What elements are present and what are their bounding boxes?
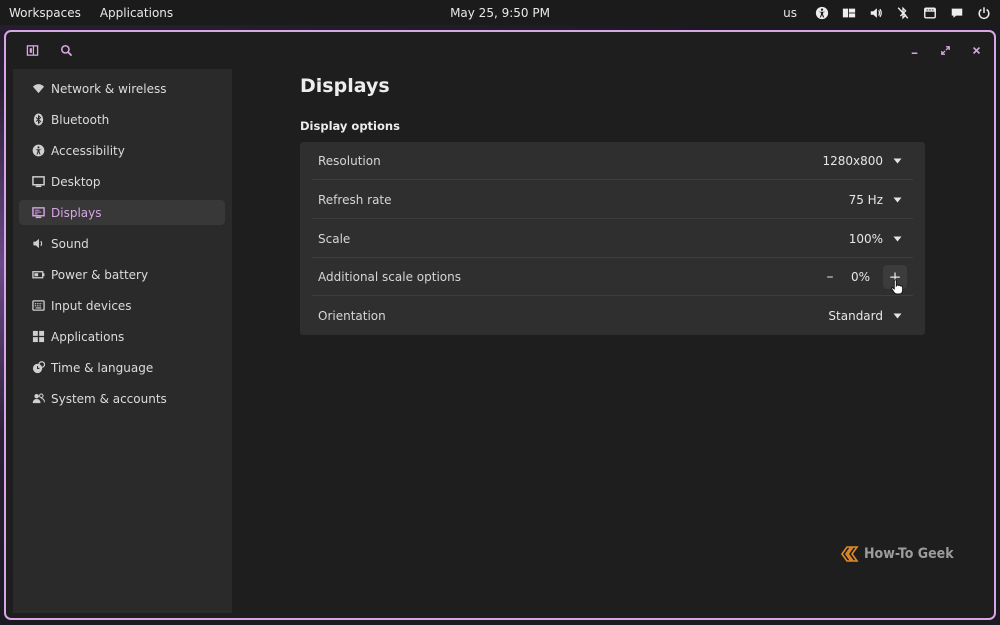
system-tray: us — [783, 0, 992, 25]
chevron-down-icon[interactable] — [892, 195, 902, 205]
settings-window: Network & wireless Bluetooth Accessibili… — [4, 30, 996, 620]
apps-grid-icon — [32, 330, 45, 343]
time-language-icon — [32, 361, 45, 374]
sidebar-item-label: Power & battery — [51, 267, 149, 282]
volume-tray-icon[interactable] — [867, 4, 884, 21]
sidebar-toggle-button[interactable] — [20, 38, 44, 62]
sidebar-item-sound[interactable]: Sound — [19, 231, 225, 256]
close-icon — [972, 46, 980, 54]
workspaces-button[interactable]: Workspaces — [9, 6, 81, 20]
sidebar-item-label: Time & language — [51, 360, 154, 375]
search-button[interactable] — [54, 38, 78, 62]
sidebar-item-label: Input devices — [51, 298, 132, 313]
speaker-icon — [32, 237, 45, 250]
sidebar-item-label: System & accounts — [51, 391, 167, 406]
main-content: Displays Display options Resolution 1280… — [232, 69, 994, 618]
search-icon — [60, 44, 72, 56]
close-button[interactable] — [964, 38, 988, 62]
accessibility-icon — [32, 144, 45, 157]
display-icon — [32, 206, 45, 219]
settings-sidebar: Network & wireless Bluetooth Accessibili… — [13, 69, 232, 613]
refresh-rate-dropdown-value[interactable]: 75 Hz — [849, 193, 883, 207]
scale-label: Scale — [318, 232, 351, 246]
keyboard-icon — [32, 299, 45, 312]
refresh-rate-label: Refresh rate — [318, 193, 392, 207]
watermark: How-To Geek — [840, 545, 954, 563]
top-panel: Workspaces Applications May 25, 9:50 PM … — [0, 0, 1000, 25]
maximize-button[interactable] — [933, 38, 957, 62]
watermark-text: How-To Geek — [864, 546, 954, 562]
row-divider — [312, 179, 913, 180]
page-title: Displays — [300, 75, 390, 97]
resolution-dropdown-value[interactable]: 1280x800 — [822, 154, 883, 168]
maximize-icon — [940, 45, 950, 55]
orientation-label: Orientation — [318, 309, 386, 323]
display-options-card: Resolution 1280x800 Refresh rate 75 Hz S… — [300, 142, 925, 335]
orientation-row[interactable]: Orientation Standard — [300, 297, 925, 335]
chevron-down-icon[interactable] — [892, 311, 902, 321]
sidebar-item-desktop[interactable]: Desktop — [19, 169, 225, 194]
sidebar-item-label: Accessibility — [51, 143, 125, 158]
additional-scale-value: 0% — [850, 270, 870, 284]
chevron-down-icon[interactable] — [892, 234, 902, 244]
sidebar-item-label: Bluetooth — [51, 112, 110, 127]
panel-left-group: Workspaces Applications — [9, 0, 173, 25]
minimize-button[interactable] — [902, 38, 926, 62]
resolution-row[interactable]: Resolution 1280x800 — [300, 142, 925, 180]
additional-scale-label: Additional scale options — [318, 270, 461, 284]
header-bar — [6, 32, 994, 70]
desktop-icon — [32, 175, 45, 188]
applications-button[interactable]: Applications — [100, 6, 173, 20]
chat-tray-icon[interactable] — [948, 4, 965, 21]
section-title: Display options — [300, 119, 400, 133]
keyboard-layout-indicator[interactable]: us — [783, 4, 797, 21]
accessibility-tray-icon[interactable] — [813, 4, 830, 21]
sidebar-item-label: Applications — [51, 329, 125, 344]
sidebar-item-applications[interactable]: Applications — [19, 324, 225, 349]
wifi-icon — [32, 82, 45, 95]
sidebar-item-time-language[interactable]: Time & language — [19, 355, 225, 380]
users-icon — [32, 392, 45, 405]
sidebar-item-label: Network & wireless — [51, 81, 167, 96]
battery-icon — [32, 268, 45, 281]
how-to-geek-logo-icon — [841, 546, 859, 562]
sidebar-item-system-accounts[interactable]: System & accounts — [19, 386, 225, 411]
sidebar-item-label: Sound — [51, 236, 89, 251]
resolution-label: Resolution — [318, 154, 381, 168]
hand-pointer-cursor-icon — [891, 279, 904, 295]
sidebar-toggle-icon — [26, 44, 38, 56]
chevron-down-icon[interactable] — [892, 156, 902, 166]
sidebar-item-bluetooth[interactable]: Bluetooth — [19, 107, 225, 132]
clock[interactable]: May 25, 9:50 PM — [450, 6, 550, 20]
row-divider — [312, 295, 913, 296]
sidebar-item-power[interactable]: Power & battery — [19, 262, 225, 287]
scale-dropdown-value[interactable]: 100% — [849, 232, 883, 246]
sidebar-item-input-devices[interactable]: Input devices — [19, 293, 225, 318]
minimize-icon — [911, 52, 917, 54]
row-divider — [312, 218, 913, 219]
decrease-scale-button[interactable]: – — [823, 269, 837, 285]
sidebar-item-label: Displays — [51, 205, 102, 220]
bluetooth-disabled-tray-icon[interactable] — [894, 4, 911, 21]
additional-scale-row: Additional scale options – 0% + — [300, 258, 925, 296]
notifications-tray-icon[interactable] — [921, 4, 938, 21]
sidebar-item-displays[interactable]: Displays — [19, 200, 225, 225]
bluetooth-icon — [32, 113, 45, 126]
workspace-tray-icon[interactable] — [840, 4, 857, 21]
sidebar-item-accessibility[interactable]: Accessibility — [19, 138, 225, 163]
orientation-dropdown-value[interactable]: Standard — [828, 309, 883, 323]
refresh-rate-row[interactable]: Refresh rate 75 Hz — [300, 181, 925, 219]
power-tray-icon[interactable] — [975, 4, 992, 21]
scale-row[interactable]: Scale 100% — [300, 220, 925, 258]
sidebar-item-label: Desktop — [51, 174, 101, 189]
sidebar-item-network[interactable]: Network & wireless — [19, 76, 225, 101]
